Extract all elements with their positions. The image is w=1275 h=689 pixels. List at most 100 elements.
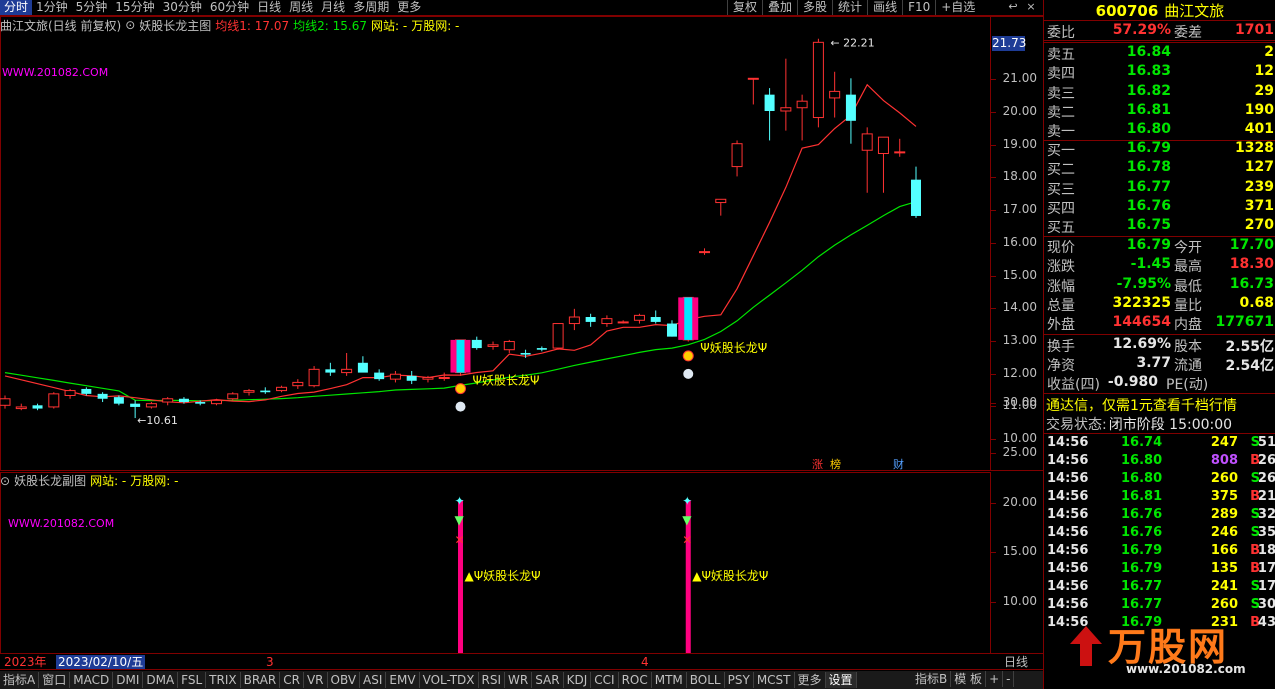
tab-right-1[interactable]: 模 板 bbox=[951, 671, 987, 687]
tab-right-2[interactable]: + bbox=[986, 671, 1004, 687]
bid-label: 买二 bbox=[1047, 162, 1075, 179]
bid-price: 16.76 bbox=[1126, 197, 1171, 214]
ask-label: 卖一 bbox=[1047, 124, 1075, 141]
indicator-tab-17[interactable]: KDJ bbox=[564, 672, 592, 688]
indicator-tab-18[interactable]: CCI bbox=[591, 672, 619, 688]
indicator-tab-9[interactable]: VR bbox=[304, 672, 328, 688]
tick-row: 14:56 16.80 808 B 26 bbox=[1044, 453, 1275, 471]
indicator-tab-1[interactable]: 窗口 bbox=[39, 672, 71, 688]
candle-body bbox=[145, 403, 157, 408]
bid-price: 16.77 bbox=[1126, 178, 1171, 195]
indicator-tab-5[interactable]: FSL bbox=[178, 672, 207, 688]
bid-row[interactable]: 买一 16.79 1328 bbox=[1044, 140, 1275, 159]
period-mode[interactable]: 日线 bbox=[1004, 655, 1028, 669]
cai-tag[interactable]: 财 bbox=[893, 457, 904, 471]
tick-price: 16.80 bbox=[1121, 453, 1163, 468]
divider bbox=[1044, 334, 1275, 335]
y-tick bbox=[991, 112, 996, 113]
indicator-tab-4[interactable]: DMA bbox=[143, 672, 179, 688]
candle-body bbox=[796, 100, 808, 109]
indicator-tab-20[interactable]: MTM bbox=[652, 672, 687, 688]
y-label: 15.00 bbox=[1002, 267, 1037, 282]
indicator-tab-13[interactable]: VOL-TDX bbox=[420, 672, 479, 688]
indicator-tab-15[interactable]: WR bbox=[505, 672, 533, 688]
candle-body bbox=[911, 179, 921, 216]
tick-count: 26 bbox=[1257, 453, 1275, 468]
bid-label: 买一 bbox=[1047, 143, 1075, 159]
stat-label: 涨跌 bbox=[1047, 259, 1075, 276]
indicator-tab-2[interactable]: MACD bbox=[70, 672, 114, 688]
bid-row[interactable]: 买二 16.78 127 bbox=[1044, 159, 1275, 178]
signal-bar-inner bbox=[456, 339, 465, 373]
ask-volume: 29 bbox=[1254, 82, 1274, 99]
stat-value-2: 16.73 bbox=[1229, 275, 1274, 292]
tick-count: 17 bbox=[1257, 579, 1275, 594]
tick-time: 14:56 bbox=[1047, 471, 1089, 486]
candle-body bbox=[308, 368, 320, 387]
quote-panel: 600706 曲江文旅 委比 57.29% 委差 1701 卖五 16.84 2 卖四 16.83 1… bbox=[1043, 0, 1275, 689]
y-label: 19.00 bbox=[1002, 136, 1037, 151]
indicator-tab-21[interactable]: BOLL bbox=[687, 672, 725, 688]
candle-body bbox=[113, 397, 124, 404]
bid-row[interactable]: 买五 16.75 270 bbox=[1044, 217, 1275, 236]
bid-price: 16.75 bbox=[1126, 217, 1171, 234]
indicator-tab-22[interactable]: PSY bbox=[725, 672, 754, 688]
ask-row[interactable]: 卖一 16.80 401 bbox=[1044, 121, 1275, 140]
kline-chart[interactable]: Ψ妖股长龙Ψ Ψ妖股长龙Ψ ← 22.21 ←10.61 涨榜 财 ✦ ▼ ✕ ▲Ψ妖股长龙Ψ ✦ ▼… bbox=[0, 0, 1043, 655]
indicator-tab-19[interactable]: ROC bbox=[619, 672, 652, 688]
candle-body bbox=[195, 402, 206, 404]
indicator-tab-10[interactable]: OBV bbox=[328, 672, 361, 688]
bid-price: 16.78 bbox=[1126, 159, 1171, 176]
promo-link[interactable]: 通达信，仅需1元查看千档行情 bbox=[1046, 395, 1237, 415]
candle-body bbox=[487, 344, 499, 347]
trade-status-label: 交易状态: bbox=[1046, 417, 1107, 433]
sub-signal-label: ▲Ψ妖股长龙Ψ bbox=[465, 569, 541, 583]
ask-price: 16.81 bbox=[1126, 101, 1171, 118]
year-label: 2023年 bbox=[4, 655, 47, 669]
stat-value: -1.45 bbox=[1130, 256, 1171, 273]
indicator-tab-24[interactable]: 更多 bbox=[795, 672, 826, 688]
bang-tag[interactable]: 榜 bbox=[830, 457, 841, 471]
candle-body bbox=[48, 393, 60, 408]
indicator-tab-0[interactable]: 指标A bbox=[0, 672, 40, 688]
divider bbox=[1044, 20, 1275, 21]
low-label: ←10.61 bbox=[137, 414, 178, 427]
tab-right-3[interactable]: - bbox=[1003, 671, 1015, 687]
indicator-tab-12[interactable]: EMV bbox=[386, 672, 420, 688]
indicator-tab-7[interactable]: BRAR bbox=[241, 672, 281, 688]
tick-price: 16.76 bbox=[1121, 507, 1163, 522]
indicator-tab-14[interactable]: RSI bbox=[479, 672, 506, 688]
signal-marker-icon bbox=[683, 368, 694, 379]
ask-row[interactable]: 卖四 16.83 12 bbox=[1044, 63, 1275, 82]
stat-value-2: 2.54亿 bbox=[1225, 357, 1274, 374]
watermark-logo: 万股网 www.201082.com bbox=[1070, 616, 1274, 686]
indicator-tab-16[interactable]: SAR bbox=[532, 672, 564, 688]
ask-label: 卖三 bbox=[1047, 85, 1075, 102]
ask-row[interactable]: 卖五 16.84 2 bbox=[1044, 44, 1275, 63]
candle-body bbox=[32, 405, 43, 409]
y-tick bbox=[991, 275, 996, 277]
tick-count: 35 bbox=[1257, 525, 1275, 540]
bid-row[interactable]: 买四 16.76 371 bbox=[1044, 198, 1275, 217]
bid-volume: 270 bbox=[1244, 217, 1274, 234]
divider bbox=[1044, 40, 1275, 41]
indicator-tab-25[interactable]: 设置 bbox=[825, 672, 857, 688]
ask-row[interactable]: 卖二 16.81 190 bbox=[1044, 102, 1275, 121]
y-label: 20.00 bbox=[1002, 494, 1037, 509]
indicator-tab-23[interactable]: MCST bbox=[754, 672, 795, 688]
indicator-tab-11[interactable]: ASI bbox=[360, 672, 387, 688]
tick-volume: 375 bbox=[1210, 489, 1238, 504]
bid-row[interactable]: 买三 16.77 239 bbox=[1044, 179, 1275, 198]
indicator-tab-3[interactable]: DMI bbox=[113, 672, 144, 688]
candle-body bbox=[699, 251, 711, 254]
weicha-value: 1701 bbox=[1235, 22, 1274, 38]
bid-label: 买四 bbox=[1047, 200, 1075, 217]
zhang-tag[interactable]: 涨 bbox=[812, 458, 823, 471]
stat-row: 外盘 144654 内盘 177671 bbox=[1044, 314, 1275, 333]
candle-body bbox=[210, 399, 222, 405]
indicator-tab-8[interactable]: CR bbox=[280, 672, 304, 688]
tab-right-0[interactable]: 指标B bbox=[912, 671, 952, 687]
indicator-tab-6[interactable]: TRIX bbox=[206, 672, 241, 688]
ask-row[interactable]: 卖三 16.82 29 bbox=[1044, 83, 1275, 102]
tick-time: 14:56 bbox=[1047, 435, 1089, 450]
